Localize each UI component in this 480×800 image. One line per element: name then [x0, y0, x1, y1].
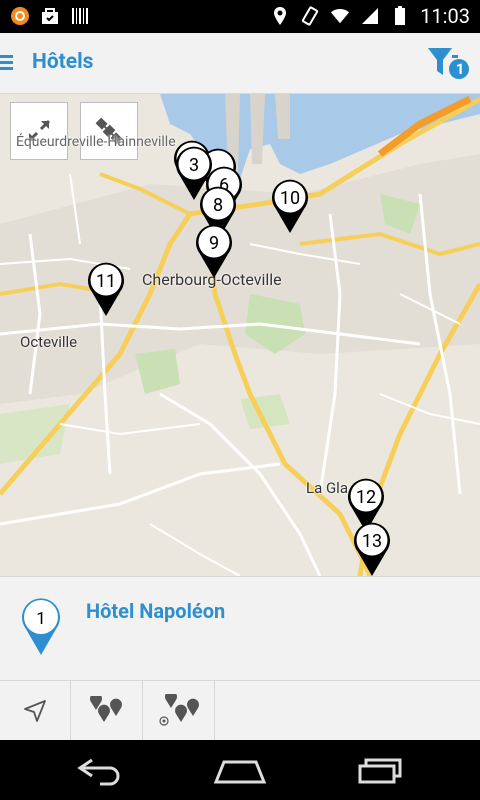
selected-hotel-panel[interactable]: 1 Hôtel Napoléon	[0, 576, 480, 681]
location-icon	[270, 6, 290, 26]
hotel-marker-number: 10	[279, 188, 301, 209]
map-label-la-glacerie: La Gla	[306, 479, 348, 497]
vibrate-icon	[300, 6, 320, 26]
map-label-equeurdreville: Équeurdreville-Hainneville	[16, 134, 176, 150]
wifi-icon	[330, 6, 350, 26]
navigate-button[interactable]	[0, 681, 71, 741]
hotel-marker[interactable]: 9	[194, 224, 234, 280]
status-bar: 11:03	[0, 0, 480, 33]
nearby-hotels-button[interactable]	[71, 681, 143, 741]
hotel-marker[interactable]: 13	[352, 522, 392, 576]
app-bar: Hôtels 1	[0, 33, 480, 94]
hotel-marker[interactable]: 10	[270, 179, 310, 235]
selected-hotel-number: 1	[36, 609, 46, 629]
selected-hotel-name[interactable]: Hôtel Napoléon	[86, 599, 225, 623]
recent-apps-button[interactable]	[350, 754, 410, 786]
navigate-icon	[24, 700, 46, 722]
avast-icon	[10, 6, 30, 26]
notification-icons	[10, 6, 90, 26]
back-icon	[77, 758, 120, 786]
home-button[interactable]	[210, 754, 270, 786]
hotel-marker-number: 8	[212, 195, 224, 216]
hotel-marker[interactable]: 11	[86, 262, 126, 318]
barcode-icon	[70, 6, 90, 26]
hotel-marker-number: 12	[355, 487, 377, 508]
hotel-marker-number: 13	[361, 531, 383, 552]
signal-icon	[360, 6, 380, 26]
satellite-view-button[interactable]	[80, 102, 138, 160]
home-icon	[213, 760, 267, 784]
map-view[interactable]: Équeurdreville-Hainneville Cherbourg-Oct…	[0, 94, 480, 576]
nearby-hotels-icon	[89, 696, 122, 722]
fullscreen-button[interactable]	[10, 102, 68, 160]
system-icons: 11:03	[270, 6, 470, 26]
recent-apps-icon	[358, 758, 402, 784]
hotel-marker-number: 9	[208, 233, 220, 254]
filter-count-badge: 1	[455, 60, 465, 78]
hotels-around-me-icon	[158, 694, 199, 726]
filter-button[interactable]: 1	[426, 45, 470, 81]
hotels-around-me-button[interactable]	[143, 681, 215, 741]
selected-hotel-pin: 1	[20, 597, 62, 657]
menu-icon[interactable]	[0, 52, 18, 74]
map-label-octeville: Octeville	[20, 333, 78, 351]
clock: 11:03	[420, 4, 470, 28]
hotel-marker-number: 11	[95, 271, 117, 292]
back-button[interactable]	[70, 754, 130, 786]
bottom-toolbar	[0, 680, 480, 741]
bag-icon	[40, 6, 60, 26]
page-title: Hôtels	[32, 50, 94, 74]
system-nav-bar	[0, 740, 480, 800]
battery-icon	[390, 6, 410, 26]
